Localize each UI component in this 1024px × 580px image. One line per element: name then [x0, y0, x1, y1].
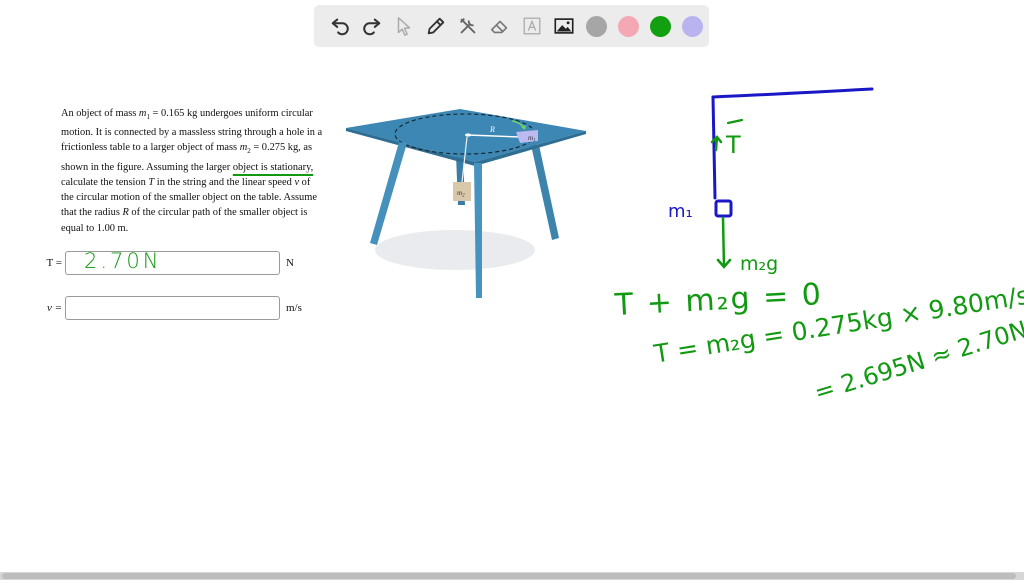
horizontal-scrollbar[interactable] [0, 572, 1024, 580]
table-figure: R m1 m2 [346, 109, 586, 298]
free-body-diagram: m₁ T m₂g [668, 87, 874, 275]
image-button[interactable] [548, 10, 580, 42]
problem-statement: An object of mass m1 = 0.165 kg undergoe… [61, 106, 323, 236]
problem-text: calculate the tension [61, 176, 149, 188]
tools-icon [460, 18, 476, 34]
pen-button[interactable] [420, 10, 452, 42]
pointer-icon [397, 17, 411, 36]
tension-handwritten-label: T [725, 131, 741, 159]
mass1-handwritten-label: m₁ [668, 201, 693, 222]
color-green-dot [649, 15, 671, 37]
color-green[interactable] [644, 10, 676, 42]
ceiling-line [711, 87, 874, 99]
problem-text: An object of mass [61, 108, 139, 119]
redo-icon [363, 18, 381, 36]
weight-arrow [716, 216, 732, 269]
tension-handwritten-answer: 2.70N [84, 249, 162, 273]
mass1-sketch [714, 199, 733, 218]
eraser-icon [490, 20, 508, 34]
speed-label: v = [46, 302, 62, 314]
color-lavender[interactable] [676, 10, 708, 42]
problem-text: in the string and the linear speed [154, 176, 295, 188]
text-icon [523, 17, 541, 35]
tension-label: T = [46, 257, 62, 269]
tension-vector-bar [726, 118, 744, 125]
table-leg-front [474, 163, 482, 298]
speed-row: v = m/s [38, 296, 302, 320]
underlined-phrase: object is stationary, [232, 161, 314, 173]
equation-1: T + m₂g = 0 [614, 277, 824, 323]
scrollbar-thumb[interactable] [2, 573, 1016, 579]
table-leg-right [531, 145, 559, 240]
tools-button[interactable] [452, 10, 484, 42]
redo-button[interactable] [356, 10, 388, 42]
undo-button[interactable] [324, 10, 356, 42]
radius-label: R [489, 125, 495, 134]
table-shadow [375, 230, 535, 270]
string-line [711, 95, 717, 200]
speed-input[interactable] [65, 296, 280, 320]
color-pink-dot [617, 15, 639, 37]
color-gray[interactable] [580, 10, 612, 42]
color-gray-dot [585, 15, 607, 37]
speed-unit: m/s [286, 302, 302, 314]
drawing-toolbar [314, 5, 709, 47]
tension-row: T = 2.70N N [38, 249, 294, 275]
tension-unit: N [286, 257, 294, 269]
table-leg-left [370, 142, 407, 245]
image-icon [554, 18, 574, 34]
pen-icon [427, 17, 445, 35]
weight-handwritten-label: m₂g [740, 253, 778, 275]
color-pink[interactable] [612, 10, 644, 42]
undo-icon [331, 18, 349, 36]
tension-input[interactable]: 2.70N [65, 249, 280, 275]
text-button[interactable] [516, 10, 548, 42]
eraser-button[interactable] [484, 10, 516, 42]
pointer-button[interactable] [388, 10, 420, 42]
hole [465, 133, 471, 137]
color-lavender-dot [681, 15, 703, 37]
